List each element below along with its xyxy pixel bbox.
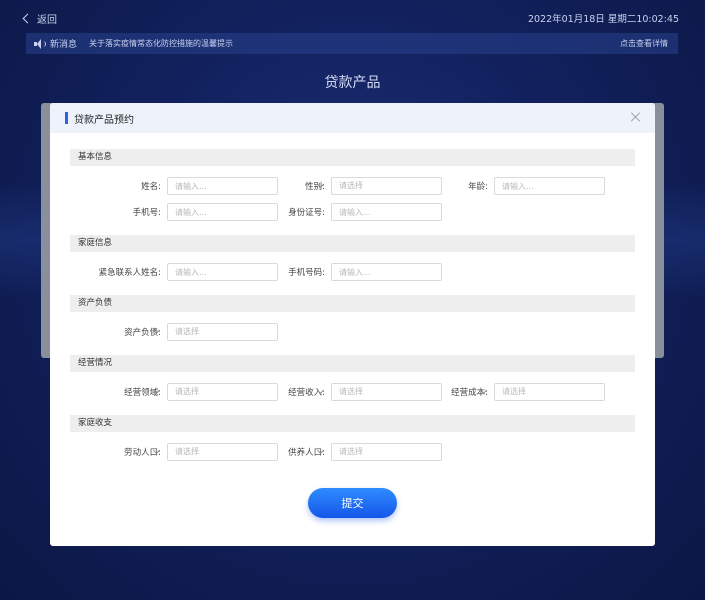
emergency-phone-label: 手机号码: (288, 268, 325, 278)
biz-income-select[interactable]: 请选择 (331, 383, 442, 401)
phone-label: 手机号: (132, 208, 161, 218)
modal-title: 贷款产品预约 (74, 115, 134, 126)
section-income: 家庭收支 (70, 415, 635, 432)
notice-tag: 新消息 (50, 40, 78, 50)
section-business: 经营情况 (70, 355, 635, 372)
notice-message[interactable]: 关于落实疫情常态化防控措施的温馨提示 (89, 38, 233, 49)
top-bar: 返回 2022年01月18日 星期二10:02:45 (0, 0, 705, 34)
datetime: 2022年01月18日 星期二10:02:45 (527, 14, 679, 25)
id-number-input[interactable] (331, 203, 442, 221)
biz-cost-select[interactable]: 请选择 (494, 383, 605, 401)
back-button[interactable]: 返回 (22, 10, 57, 26)
name-input[interactable] (167, 177, 278, 195)
section-assets: 资产负债 (70, 295, 635, 312)
speaker-icon (34, 38, 46, 49)
age-input[interactable] (494, 177, 605, 195)
emergency-name-label: 紧急联系人姓名: (98, 268, 161, 278)
biz-field-select[interactable]: 请选择 (167, 383, 278, 401)
notice-detail-link[interactable]: 点击查看详情 (620, 38, 668, 49)
section-basic-info: 基本信息 (70, 149, 635, 166)
notice-bar: 新消息 关于落实疫情常态化防控措施的温馨提示 点击查看详情 (26, 33, 678, 54)
close-icon[interactable] (629, 110, 643, 124)
assets-select[interactable]: 请选择 (167, 323, 278, 341)
submit-button[interactable]: 提交 (308, 488, 397, 518)
page-title: 贷款产品 (324, 75, 381, 91)
age-label: 年龄: (468, 182, 488, 192)
dependents-select[interactable]: 请选择 (331, 443, 442, 461)
name-label: 姓名: (141, 182, 161, 192)
id-number-label: 身份证号: (288, 208, 325, 218)
emergency-phone-input[interactable] (331, 263, 442, 281)
phone-input[interactable] (167, 203, 278, 221)
back-label: 返回 (37, 14, 57, 26)
booking-modal: 贷款产品预约 基本信息 姓名: 性别: 请选择 年龄: 手机号: 身份证号: 家… (50, 103, 655, 546)
gender-select[interactable]: 请选择 (331, 177, 442, 195)
chevron-left-icon (22, 13, 33, 23)
emergency-name-input[interactable] (167, 263, 278, 281)
title-accent-bar (65, 112, 68, 124)
modal-header: 贷款产品预约 (50, 103, 655, 133)
section-family-info: 家庭信息 (70, 235, 635, 252)
labor-select[interactable]: 请选择 (167, 443, 278, 461)
